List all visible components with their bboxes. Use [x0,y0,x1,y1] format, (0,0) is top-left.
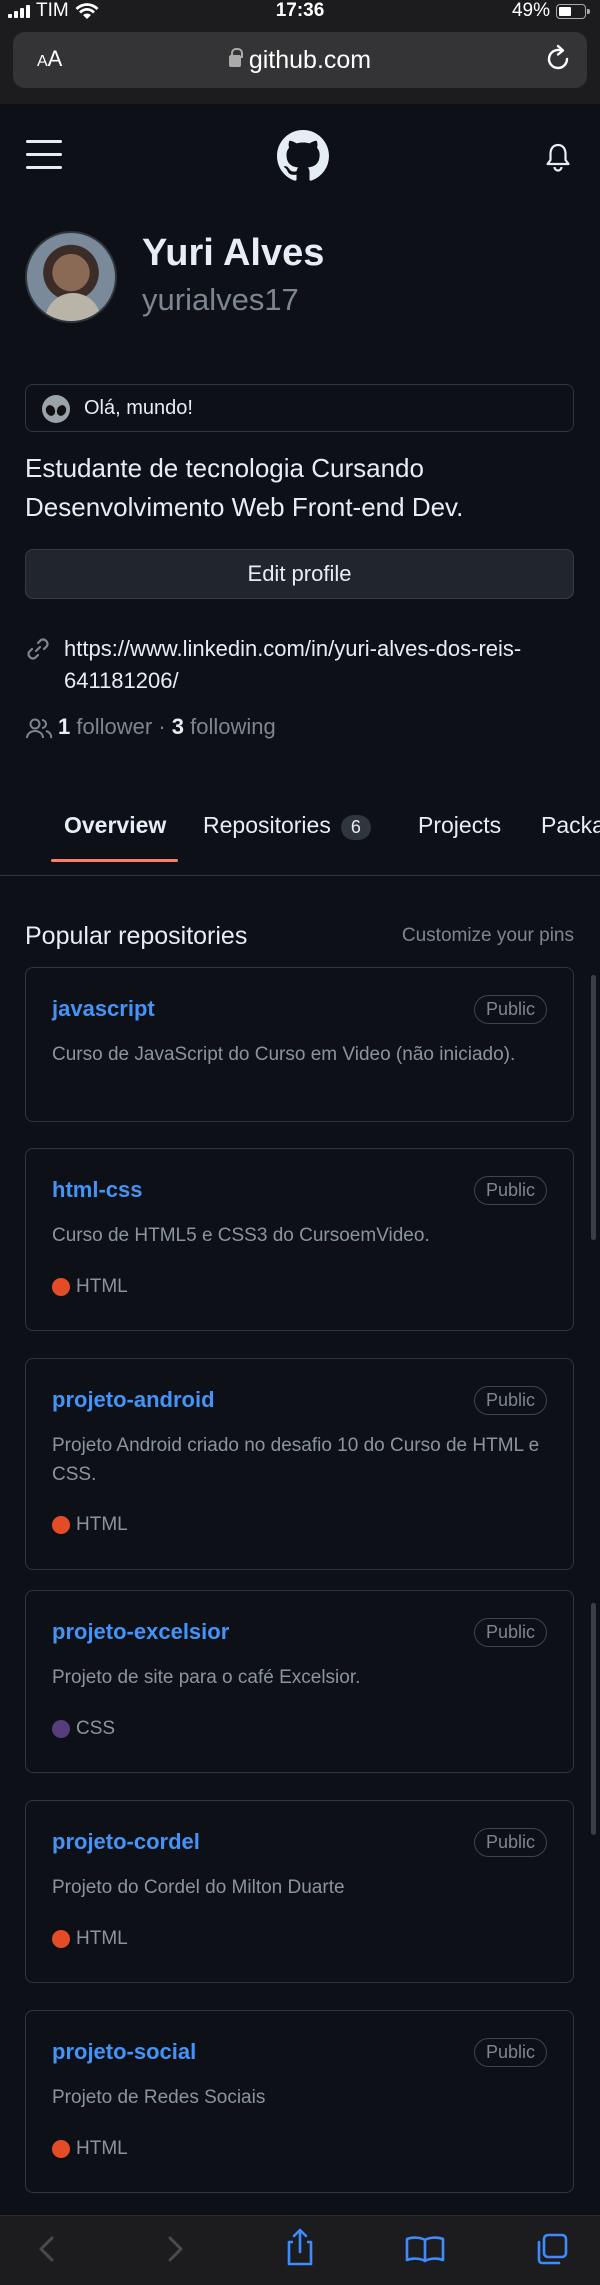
scrollbar[interactable] [591,975,596,1240]
repo-description: Projeto Android criado no desafio 10 do … [52,1435,540,1485]
repo-card: projeto-social Public Projeto de Redes S… [25,2010,574,2193]
repo-description: Projeto de site para o café Excelsior. [52,1667,361,1688]
visibility-badge: Public [473,1176,547,1205]
link-icon [27,638,49,660]
lock-icon [228,48,243,67]
repo-name-link[interactable]: projeto-excelsior [52,1619,229,1645]
language-color-dot [52,1930,70,1948]
repo-name-link[interactable]: projeto-cordel [52,1829,200,1855]
visibility-badge: Public [473,995,547,1024]
repo-description: Projeto de Redes Sociais [52,2087,266,2108]
repo-description: Curso de HTML5 e CSS3 do CursoemVideo. [52,1225,430,1246]
visibility-badge: Public [473,1386,547,1415]
followers-link[interactable]: 1 follower [58,714,152,739]
url-host: github.com [248,46,372,74]
edit-profile-button[interactable]: Edit profile [25,549,574,599]
status-bar: TIM 17:36 49% [0,0,600,22]
language-color-dot [52,1278,70,1296]
repositories-count-badge: 6 [340,815,371,840]
repo-language: HTML [52,1928,128,1950]
tab-packages[interactable]: Packa [541,812,600,839]
browser-chrome-top: TIM 17:36 49% AA github.com [0,0,600,104]
follow-stats: 1 follower · 3 following [58,714,276,739]
profile-bio: Estudante de tecnologia Cursando Desenvo… [25,453,464,522]
repo-language: HTML [52,1514,128,1536]
repo-name-link[interactable]: javascript [52,996,155,1022]
repo-name-link[interactable]: projeto-android [52,1387,215,1413]
visibility-badge: Public [473,1828,547,1857]
repo-description: Projeto do Cordel do Milton Duarte [52,1877,345,1898]
repo-card: projeto-android Public Projeto Android c… [25,1358,574,1570]
visibility-badge: Public [473,1618,547,1647]
github-logo-icon[interactable] [277,130,329,182]
repo-card: html-css Public Curso de HTML5 e CSS3 do… [25,1148,574,1331]
browser-toolbar-bottom [0,2215,600,2285]
notifications-bell-icon[interactable] [544,142,572,172]
share-icon[interactable] [275,2216,325,2285]
repo-language: HTML [52,1276,128,1298]
repo-language: CSS [52,1718,115,1740]
selected-tab-underline [51,859,178,862]
user-status[interactable]: Olá, mundo! [25,384,574,432]
language-color-dot [52,1720,70,1738]
status-text: Olá, mundo! [84,397,193,419]
scrollbar-secondary [591,1603,596,1835]
menu-icon[interactable] [26,140,62,170]
profile-username: yurialves17 [142,282,299,317]
repo-name-link[interactable]: projeto-social [52,2039,196,2065]
repo-card: javascript Public Curso de JavaScript do… [25,967,574,1122]
language-color-dot [52,1516,70,1534]
customize-pins-link[interactable]: Customize your pins [402,925,574,947]
tabs-icon[interactable] [527,2216,577,2285]
following-link[interactable]: 3 following [172,714,276,739]
tab-projects[interactable]: Projects [418,812,501,839]
bookmarks-icon[interactable] [400,2216,450,2285]
repo-card: projeto-excelsior Public Projeto de site… [25,1590,574,1773]
github-header [0,104,600,204]
address-bar[interactable]: AA github.com [13,32,587,88]
back-icon[interactable] [22,2216,72,2285]
language-color-dot [52,2140,70,2158]
profile-website-link[interactable]: https://www.linkedin.com/in/yuri-alves-d… [64,633,584,697]
popular-repositories-heading: Popular repositories [25,922,248,950]
tab-repositories[interactable]: Repositories 6 [203,812,371,840]
alien-emoji-icon [42,395,70,423]
visibility-badge: Public [473,2038,547,2067]
people-icon [26,718,53,739]
repo-card: projeto-cordel Public Projeto do Cordel … [25,1800,574,1983]
tab-overview[interactable]: Overview [64,812,166,839]
clock: 17:36 [275,0,325,21]
avatar[interactable] [25,231,117,323]
profile-tabs: Overview Repositories 6 Projects Packa [0,790,600,876]
profile-name: Yuri Alves [142,232,325,274]
forward-icon[interactable] [150,2216,200,2285]
battery-percent: 49% [511,0,550,21]
repo-name-link[interactable]: html-css [52,1177,142,1203]
repo-language: HTML [52,2138,128,2160]
reload-icon[interactable] [541,42,575,76]
battery-icon [556,3,590,19]
repo-description: Curso de JavaScript do Curso em Video (n… [52,1044,516,1065]
